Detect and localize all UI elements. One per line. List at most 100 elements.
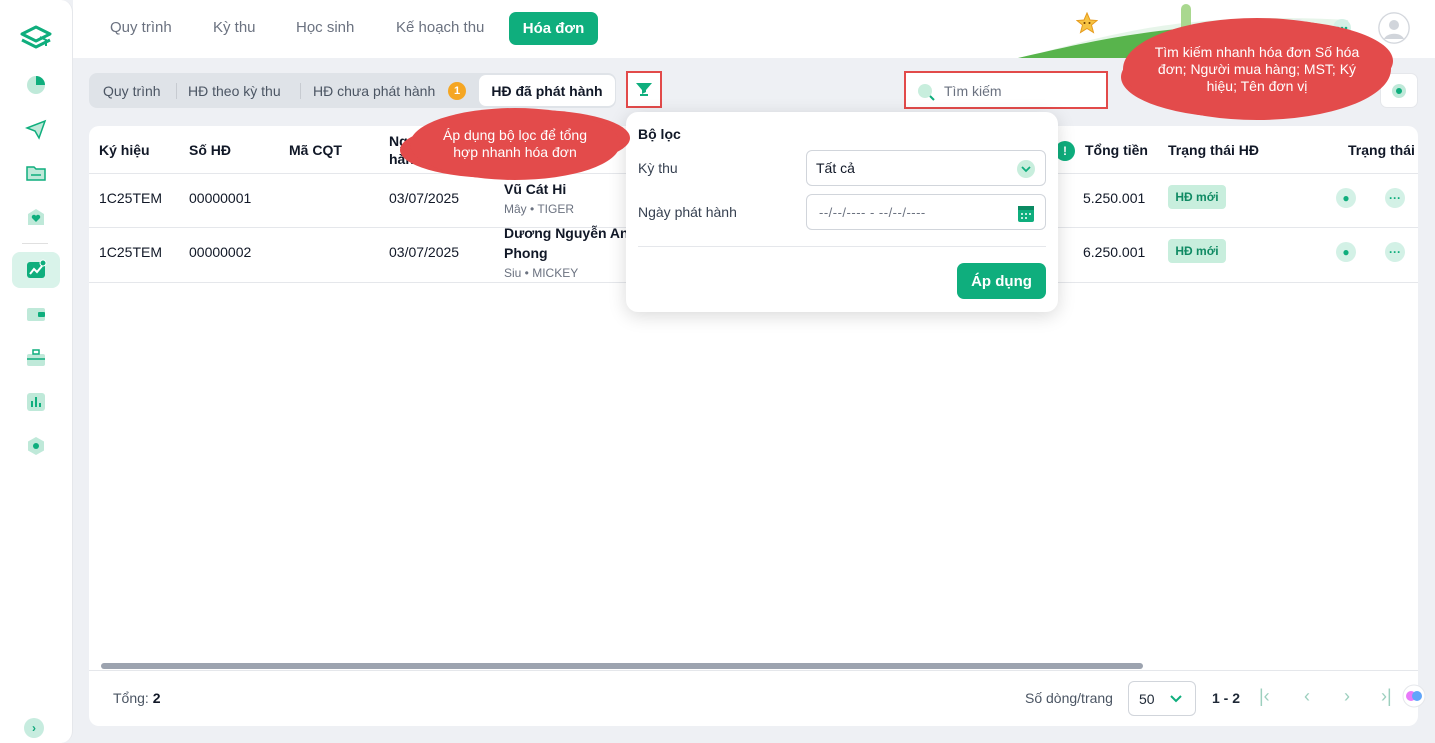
subtab-hd-da-phat-hanh[interactable]: HĐ đã phát hành: [479, 75, 615, 106]
sidebar-item-report[interactable]: [12, 384, 60, 420]
filter-date-range-input[interactable]: --/--/---- - --/--/----: [806, 194, 1046, 230]
paper-plane-icon: [25, 119, 47, 140]
chevron-down-icon: [1169, 694, 1182, 702]
sidebar-item-health[interactable]: [12, 199, 60, 235]
subtab-hd-chua-phat-hanh[interactable]: HĐ chưa phát hành: [313, 83, 435, 99]
filter-date-placeholder: --/--/---- - --/--/----: [819, 204, 926, 220]
search-input[interactable]: [944, 81, 1094, 101]
funnel-icon: [636, 82, 652, 96]
filter-divider: [638, 246, 1046, 247]
filter-title: Bộ lọc: [638, 126, 681, 142]
sidebar-item-send[interactable]: [12, 111, 60, 147]
subtab-divider: [176, 83, 177, 99]
filter-popup: Bộ lọc Kỳ thu Tất cả Ngày phát hành --/-…: [626, 112, 1058, 312]
prev-page-icon[interactable]: ‹: [1304, 686, 1310, 707]
gear-icon: [1392, 83, 1406, 98]
search-callout-text: Tìm kiếm nhanh hóa đơn Số hóa đơn; Người…: [1154, 43, 1360, 94]
nav-tab-ke-hoach-thu[interactable]: Kế hoạch thu: [396, 19, 484, 36]
col-header-tong-tien[interactable]: Tổng tiền: [1085, 142, 1148, 158]
filter-ky-thu-value: Tất cả: [816, 160, 855, 176]
user-avatar[interactable]: [1378, 12, 1410, 44]
nav-tab-hoa-don[interactable]: Hóa đơn: [509, 12, 598, 45]
cell-ngay: 03/07/2025: [389, 244, 460, 260]
folder-icon: [26, 166, 46, 181]
last-page-icon[interactable]: ›|: [1381, 686, 1392, 707]
filter-callout-text: Áp dụng bộ lọc để tổng hợp nhanh hóa đơn: [442, 127, 587, 160]
briefcase-icon: [27, 349, 45, 366]
cell-nguoi-mua: Dương Nguyễn An: [504, 225, 629, 241]
filter-ky-thu-select[interactable]: Tất cả: [806, 150, 1046, 186]
next-page-icon[interactable]: ›: [1344, 686, 1350, 707]
page-range: 1 - 2: [1212, 690, 1241, 706]
cell-nguoi-mua: Vũ Cát Hi: [504, 181, 567, 197]
cell-nguoi-mua-sub: Siu • MICKEY: [504, 266, 579, 280]
filter-ngay-label: Ngày phát hành: [638, 204, 737, 220]
pie-chart-icon: [27, 76, 45, 94]
nav-tab-hoc-sinh[interactable]: Học sinh: [296, 19, 354, 36]
cell-ngay: 03/07/2025: [389, 190, 460, 206]
subtab-divider: [300, 83, 301, 99]
status-badge: HĐ mới: [1168, 185, 1226, 209]
view-eye-icon[interactable]: ●: [1336, 242, 1356, 262]
wallet-icon: [27, 308, 45, 321]
app-logo-icon[interactable]: [18, 24, 54, 54]
cell-ky-hieu: 1C25TEM: [99, 244, 163, 260]
hexagon-settings-icon: [28, 437, 44, 455]
sidebar-item-briefcase[interactable]: [12, 340, 60, 376]
cell-so-hd: 00000002: [189, 244, 252, 260]
subtab-hd-theo-ky-thu[interactable]: HĐ theo kỳ thu: [188, 83, 281, 99]
cell-tong-tien: 6.250.001: [1083, 244, 1146, 260]
col-header-ky-hieu[interactable]: Ký hiệu: [99, 142, 150, 158]
star-mascot-icon: [1076, 12, 1098, 34]
info-icon[interactable]: !: [1055, 141, 1075, 161]
ai-brain-icon[interactable]: [1402, 684, 1426, 708]
total-value: 2: [152, 690, 161, 706]
row-more-icon[interactable]: ···: [1385, 188, 1405, 208]
horizontal-scrollbar[interactable]: [89, 662, 1418, 670]
expand-sidebar-icon[interactable]: ›: [24, 718, 44, 738]
sidebar-item-folder[interactable]: [12, 155, 60, 191]
sidebar-divider: [22, 243, 48, 244]
nav-tab-ky-thu[interactable]: Kỳ thu: [213, 19, 256, 36]
scrollbar-thumb[interactable]: [101, 663, 1143, 669]
apply-filter-button[interactable]: Áp dụng: [957, 263, 1046, 299]
cell-so-hd: 00000001: [189, 190, 252, 206]
col-header-ngay-line2: hàn: [389, 151, 414, 167]
bar-chart-icon: [27, 393, 45, 411]
col-header-trang-thai-hd[interactable]: Trạng thái HĐ: [1168, 142, 1259, 158]
filter-callout: Áp dụng bộ lọc để tổng hợp nhanh hóa đơn: [410, 108, 620, 180]
col-header-so-hd[interactable]: Số HĐ: [189, 142, 231, 158]
sidebar-item-invoice[interactable]: [12, 252, 60, 288]
chevron-down-icon: [1017, 160, 1035, 178]
sidebar: ›: [0, 0, 73, 743]
cell-tong-tien: 5.250.001: [1083, 190, 1146, 206]
col-header-ngay-line1[interactable]: Ng: [389, 133, 408, 149]
cell-nguoi-mua-line2: Phong: [504, 245, 548, 261]
sidebar-item-wallet[interactable]: [12, 296, 60, 332]
total-count: Tổng: 2: [113, 690, 161, 706]
total-label: Tổng:: [113, 690, 149, 706]
view-eye-icon[interactable]: ●: [1336, 188, 1356, 208]
row-more-icon[interactable]: ···: [1385, 242, 1405, 262]
sidebar-item-settings[interactable]: [12, 428, 60, 464]
trend-chart-icon: [27, 259, 47, 278]
heart-box-icon: [28, 209, 44, 225]
filter-button[interactable]: [626, 71, 662, 108]
cell-nguoi-mua-sub: Mây • TIGER: [504, 202, 574, 216]
cell-ky-hieu: 1C25TEM: [99, 190, 163, 206]
search-callout: Tìm kiếm nhanh hóa đơn Số hóa đơn; Người…: [1123, 18, 1391, 120]
nav-tab-quy-trinh[interactable]: Quy trình: [110, 19, 172, 36]
rows-per-page-select[interactable]: 50: [1128, 681, 1196, 716]
rows-per-page-label: Số dòng/trang: [1025, 690, 1113, 706]
calendar-icon[interactable]: [1017, 203, 1035, 223]
col-header-ma-cqt[interactable]: Mã CQT: [289, 142, 342, 158]
search-icon: [918, 84, 935, 101]
filter-ky-thu-label: Kỳ thu: [638, 160, 678, 176]
subtab-quy-trinh[interactable]: Quy trình: [103, 83, 161, 99]
footer-divider: [89, 670, 1418, 671]
col-header-trang-thai[interactable]: Trạng thái: [1348, 142, 1415, 158]
first-page-icon[interactable]: |‹: [1259, 686, 1270, 707]
sidebar-item-dashboard[interactable]: [12, 67, 60, 103]
rows-per-page-value: 50: [1139, 690, 1155, 707]
search-box: [904, 71, 1108, 109]
